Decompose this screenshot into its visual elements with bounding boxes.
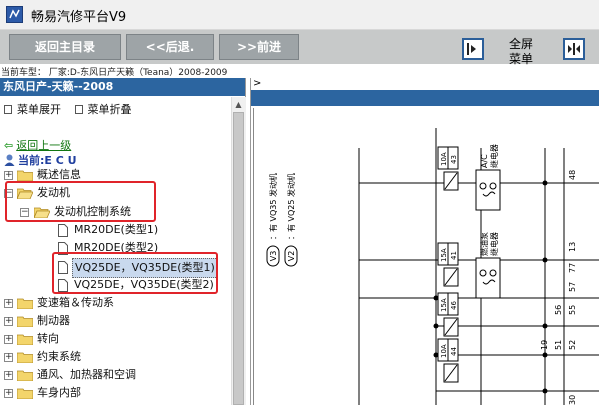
svg-text:10A: 10A <box>440 344 448 358</box>
svg-text:13: 13 <box>568 242 577 252</box>
fuse-44: 10A 44 <box>437 338 459 383</box>
left-panel: 东风日产-天籁--2008 菜单展开 菜单折叠 ⇦ 返回上一级 当前:E C U … <box>0 78 246 405</box>
fullscreen-label: 全屏 <box>508 37 533 51</box>
tree-label: 变速箱＆传动系 <box>37 296 114 309</box>
folder-icon <box>17 170 33 181</box>
menu-collapse-button[interactable]: 菜单折叠 <box>74 101 132 117</box>
expand-icon[interactable]: + <box>4 371 13 380</box>
folder-icon <box>17 388 33 399</box>
menu-collapse-label: 菜单折叠 <box>87 103 132 116</box>
highlight-box-engine <box>5 181 156 222</box>
diagram-panel: > V3 ：有 VQ35 发动机 V2 ：有 VQ25 发动机 10A 43 A… <box>250 78 599 405</box>
forward-button[interactable]: >>前进 <box>219 34 299 60</box>
back-button[interactable]: <<后退. <box>126 34 214 60</box>
tree-item-transmission[interactable]: + 变速箱＆传动系 <box>0 294 230 312</box>
tree-label: 转向 <box>37 332 59 345</box>
svg-text:A/C: A/C <box>480 154 489 168</box>
v3-label: V3 ：有 VQ35 发动机 <box>266 173 280 267</box>
green-arrow-icon: ⇦ <box>4 139 14 152</box>
tree-item-mr20de-1[interactable]: MR20DE(类型1) <box>0 221 230 239</box>
back-up-link[interactable]: ⇦ 返回上一级 <box>4 137 71 153</box>
title-bar: 畅易汽修平台V9 <box>0 0 599 30</box>
fuse-41: 15A 41 <box>437 242 459 287</box>
tree-label: 约束系统 <box>37 350 81 363</box>
menu-expand-label: 菜单展开 <box>17 103 61 116</box>
tree-item-restraints[interactable]: + 约束系统 <box>0 348 230 366</box>
back-to-main-button[interactable]: 返回主目录 <box>9 34 121 60</box>
fuse-46: 15A 46 <box>437 292 459 337</box>
svg-text:41: 41 <box>450 251 458 260</box>
fuel-pump-relay: 燃油泵 继电器 <box>475 232 501 299</box>
app-icon <box>6 6 23 23</box>
svg-text:46: 46 <box>450 301 458 310</box>
folder-icon <box>17 370 33 381</box>
scrollbar-thumb[interactable] <box>233 112 244 405</box>
tree-label: 车身内部 <box>37 386 81 399</box>
svg-text:燃油泵: 燃油泵 <box>479 232 489 256</box>
svg-text:56: 56 <box>554 305 563 315</box>
svg-text:15A: 15A <box>440 298 448 312</box>
svg-text:48: 48 <box>568 170 577 180</box>
current-vehicle: 当前车型： 厂家:D-东风日产天籁（Teana）2008-2009 <box>1 68 228 78</box>
folder-icon <box>17 352 33 363</box>
svg-text:V2: V2 <box>287 251 296 262</box>
svg-text:V3: V3 <box>269 251 278 262</box>
window-title: 畅易汽修平台V9 <box>31 10 127 25</box>
ac-relay: A/C 继电器 <box>475 144 501 211</box>
svg-text:15A: 15A <box>440 248 448 262</box>
toolbar: 返回主目录 <<后退. >>前进 全屏 菜单 <box>0 30 599 67</box>
tree-label: 通风、加热器和空调 <box>37 368 136 381</box>
expand-icon[interactable]: + <box>4 171 13 180</box>
back-up-label: 返回上一级 <box>16 139 72 152</box>
doc-icon <box>4 104 12 114</box>
svg-text:55: 55 <box>568 305 577 315</box>
folder-icon <box>17 316 33 327</box>
menu-controls: 菜单展开 菜单折叠 <box>4 101 142 117</box>
svg-text:52: 52 <box>568 340 577 350</box>
svg-text:：有 VQ35 发动机: ：有 VQ35 发动机 <box>268 173 278 240</box>
v2-label: V2 ：有 VQ25 发动机 <box>284 173 298 267</box>
person-icon <box>4 154 15 166</box>
svg-text:继电器: 继电器 <box>489 144 499 168</box>
svg-text:30: 30 <box>568 395 577 405</box>
panel-header: 东风日产-天籁--2008 <box>0 78 245 96</box>
svg-text:57: 57 <box>568 282 577 292</box>
svg-text:10A: 10A <box>440 152 448 166</box>
expand-icon[interactable]: + <box>4 317 13 326</box>
fuse-43: 10A 43 <box>437 146 459 191</box>
tree-item-steering[interactable]: + 转向 <box>0 330 230 348</box>
tree-label: 制动器 <box>37 314 70 327</box>
wiring-diagram: V3 ：有 VQ35 发动机 V2 ：有 VQ25 发动机 10A 43 A/C… <box>266 128 599 405</box>
svg-text:44: 44 <box>450 347 458 356</box>
svg-text:51: 51 <box>554 340 563 350</box>
svg-text:77: 77 <box>568 263 577 273</box>
expand-icon[interactable]: + <box>4 335 13 344</box>
expand-icon[interactable]: + <box>4 299 13 308</box>
svg-text:19: 19 <box>540 340 549 350</box>
diagram-header-strip <box>251 90 599 106</box>
svg-text:43: 43 <box>450 155 458 164</box>
panel-marker: > <box>253 78 262 89</box>
tree-item-brakes[interactable]: + 制动器 <box>0 312 230 330</box>
expand-icon[interactable]: + <box>4 389 13 398</box>
menu-expand-button[interactable]: 菜单展开 <box>4 101 61 117</box>
scroll-up-icon[interactable]: ▲ <box>232 98 245 111</box>
tree-item-hvac[interactable]: + 通风、加热器和空调 <box>0 366 230 384</box>
doc-icon <box>74 104 83 114</box>
menu-label: 菜单 <box>508 52 533 66</box>
expand-icon[interactable]: + <box>4 353 13 362</box>
folder-icon <box>17 298 33 309</box>
svg-text:继电器: 继电器 <box>489 232 499 256</box>
highlight-box-vq <box>52 252 218 294</box>
tree-item-body-interior[interactable]: + 车身内部 <box>0 384 230 402</box>
split-view-icon[interactable] <box>563 38 585 60</box>
svg-text:：有 VQ25 发动机: ：有 VQ25 发动机 <box>286 173 296 240</box>
document-icon <box>58 224 68 237</box>
fullscreen-menu-label: 全屏 菜单 <box>503 37 539 67</box>
folder-icon <box>17 334 33 345</box>
expand-left-icon[interactable] <box>462 38 484 60</box>
tree-label: MR20DE(类型1) <box>74 223 159 236</box>
